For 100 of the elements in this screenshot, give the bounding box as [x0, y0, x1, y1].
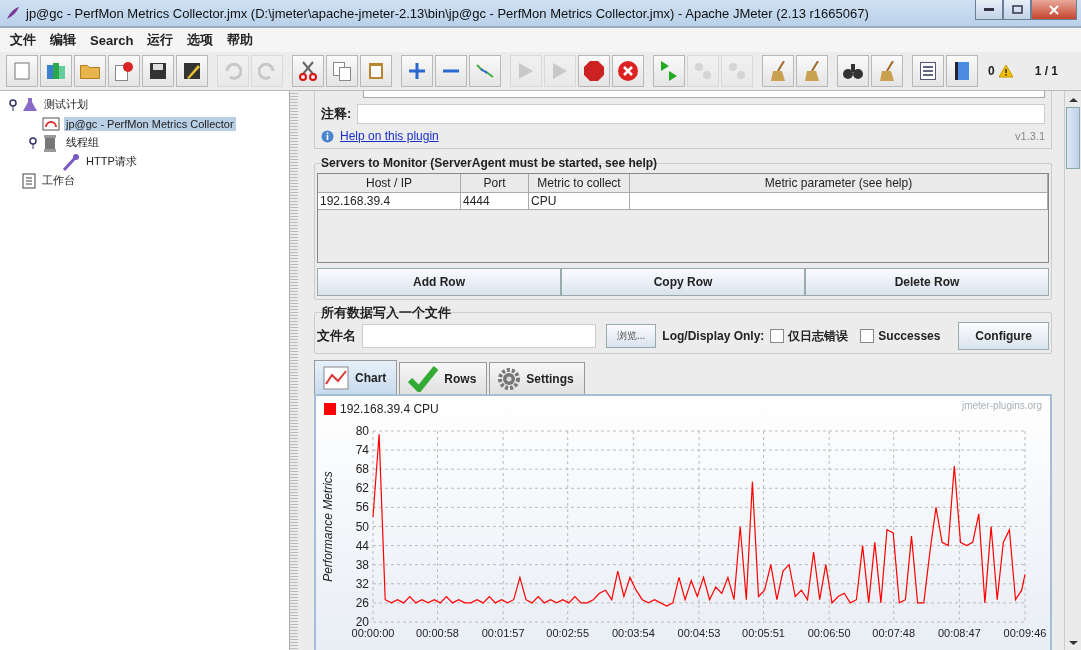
checkbox[interactable]: [770, 329, 785, 343]
help-book-icon: [955, 62, 969, 80]
double-play-icon: [661, 61, 677, 81]
axis-tick-label: 00:06:50: [807, 627, 851, 639]
toolbar-button[interactable]: [176, 55, 208, 87]
legend-label: 192.168.39.4 CPU: [340, 402, 439, 416]
axis-tick-label: 00:01:57: [481, 627, 525, 639]
axis-tick-label: 74: [355, 443, 369, 458]
books-icon: [47, 63, 65, 79]
axis-tick-label: 80: [355, 424, 369, 438]
tree-toggle-icon[interactable]: [28, 136, 38, 149]
menu-item[interactable]: 选项: [187, 31, 214, 49]
minimize-button[interactable]: [975, 0, 1003, 20]
tab[interactable]: Settings: [489, 362, 585, 394]
broom-icon: [771, 61, 785, 81]
dots-icon: [729, 63, 745, 79]
browse-button[interactable]: 浏览...: [606, 324, 657, 348]
scrollbar[interactable]: [1064, 91, 1081, 650]
menu-item[interactable]: 帮助: [227, 31, 254, 49]
undo-icon: [224, 62, 242, 80]
configure-button[interactable]: Configure: [958, 322, 1049, 350]
close-icon: [1049, 4, 1059, 15]
redo-icon: [258, 62, 276, 80]
comment-field[interactable]: [357, 104, 1045, 124]
broom-icon: [805, 61, 819, 81]
axis-tick-label: 20: [355, 615, 369, 629]
filename-field[interactable]: [362, 324, 596, 348]
axis-tick-label: 56: [355, 500, 369, 515]
axis-tick-label: 44: [355, 538, 369, 553]
page-close-icon: [115, 61, 133, 81]
toolbar-button[interactable]: [912, 55, 944, 87]
plus-icon: [409, 63, 425, 79]
menu-item[interactable]: 文件: [10, 31, 36, 49]
maximize-button[interactable]: [1003, 0, 1031, 20]
axis-tick-label: 00:05:51: [742, 627, 785, 639]
feather-icon: [6, 6, 20, 20]
clipboard-icon: [22, 172, 36, 189]
tab[interactable]: Rows: [399, 362, 488, 394]
floppy-icon: [150, 63, 166, 79]
minus-icon: [443, 69, 459, 73]
toolbar-button[interactable]: [142, 55, 174, 87]
checkbox-label: 仅日志错误: [788, 327, 849, 345]
copy-icon: [333, 61, 351, 81]
field-label: 注释:: [321, 105, 352, 123]
line-chart-icon: [323, 365, 349, 390]
menu-item[interactable]: Search: [90, 32, 134, 48]
list-icon: [920, 62, 936, 80]
close-button[interactable]: [1031, 0, 1077, 20]
table-cell: 192.168.39.4: [318, 193, 461, 210]
axis-tick-label: 00:04:53: [677, 627, 721, 639]
axis-tick-label: 00:00:58: [416, 627, 459, 639]
floppy-pencil-icon: [184, 63, 200, 79]
action-button[interactable]: Add Row: [317, 268, 561, 296]
broom-icon: [880, 61, 894, 81]
pipette-icon: [62, 152, 80, 171]
page-icon: [14, 62, 30, 80]
up-arrow-icon[interactable]: [1068, 97, 1078, 103]
section-title: 所有数据写入一个文件: [321, 305, 452, 320]
axis-tick-label: 38: [355, 557, 369, 572]
tree-item[interactable]: 测试计划: [42, 96, 90, 113]
error-count: 0: [988, 64, 995, 78]
toolbar-button[interactable]: [837, 55, 869, 87]
window-title: jp@gc - PerfMon Metrics Collector.jmx (D:\jmeter\apache-jmeter-2.13\bin\jp@gc - PerfMon Metrics Collector.jmx) - Apache JMeter (2.13 r1665067): [26, 5, 869, 21]
menu-item[interactable]: 编辑: [50, 31, 76, 49]
tree-item[interactable]: 线程组: [64, 134, 101, 151]
field-label: 文件名: [317, 327, 356, 345]
toolbar-button[interactable]: [946, 55, 978, 87]
folder-icon: [80, 63, 100, 79]
axis-tick-label: 00:09:46: [1003, 627, 1047, 639]
flask-icon: [22, 96, 38, 113]
scrollbar-thumb[interactable]: [1066, 107, 1080, 169]
name-field[interactable]: [363, 91, 1045, 98]
tree-item[interactable]: HTTP请求: [84, 153, 139, 170]
play-icon: [553, 63, 567, 79]
checkbox[interactable]: [860, 329, 875, 343]
tree-item[interactable]: 工作台: [40, 172, 77, 189]
section-title: Servers to Monitor (ServerAgent must be started, see help): [321, 156, 659, 171]
thread-count: 1 / 1: [1034, 64, 1059, 78]
tab[interactable]: Chart: [314, 360, 398, 394]
minimize-icon: [984, 8, 994, 11]
close-icon: [618, 61, 638, 81]
warning-icon: [997, 64, 1014, 78]
axis-tick-label: 62: [355, 481, 369, 496]
maximize-icon: [1011, 5, 1023, 14]
axis-title: Performance Metrics: [321, 471, 335, 582]
scissors-icon: [299, 61, 317, 81]
action-button[interactable]: Delete Row: [805, 268, 1049, 296]
field-label: Log/Display Only:: [662, 329, 765, 343]
tree-toggle-icon[interactable]: [8, 98, 18, 111]
down-arrow-icon[interactable]: [1068, 640, 1078, 646]
info-icon: [321, 129, 334, 143]
play-icon: [519, 63, 533, 79]
help-link[interactable]: Help on this plugin: [340, 129, 439, 143]
menu-item[interactable]: 运行: [147, 31, 174, 49]
checkmark-icon: [408, 365, 439, 392]
axis-tick-label: 26: [355, 595, 369, 610]
axis-tick-label: 00:08:47: [937, 627, 981, 639]
gear-icon: [498, 367, 521, 390]
action-button[interactable]: Copy Row: [561, 268, 805, 296]
tree-item[interactable]: jp@gc - PerfMon Metrics Collector: [64, 116, 236, 131]
